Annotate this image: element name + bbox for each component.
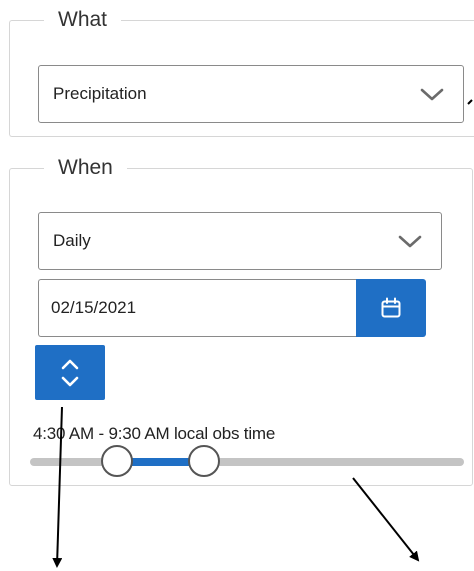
frequency-select-value: Daily xyxy=(53,231,91,250)
query-panel: What Precipitation When Daily 02/15/2021 xyxy=(0,0,474,571)
element-select-value: Precipitation xyxy=(53,84,147,103)
element-select[interactable]: Precipitation xyxy=(38,65,464,123)
obs-time-slider[interactable] xyxy=(30,445,464,479)
calendar-icon xyxy=(381,297,401,318)
when-legend: When xyxy=(44,156,127,180)
obs-time-label: 4:30 AM - 9:30 AM local obs time xyxy=(33,424,276,443)
date-input-value: 02/15/2021 xyxy=(51,298,137,317)
annotation-arrow-down-right xyxy=(352,477,420,562)
slider-track[interactable] xyxy=(30,458,464,466)
frequency-select[interactable]: Daily xyxy=(38,212,442,270)
chevron-down-icon xyxy=(398,235,422,248)
up-down-chevron-icon xyxy=(61,359,79,386)
date-input[interactable]: 02/15/2021 xyxy=(38,279,356,337)
slider-handle-end[interactable] xyxy=(188,445,220,477)
what-legend: What xyxy=(44,8,122,32)
chevron-down-icon xyxy=(420,88,444,101)
slider-handle-start[interactable] xyxy=(101,445,133,477)
calendar-button[interactable] xyxy=(356,279,426,337)
date-stepper-button[interactable] xyxy=(35,345,105,400)
